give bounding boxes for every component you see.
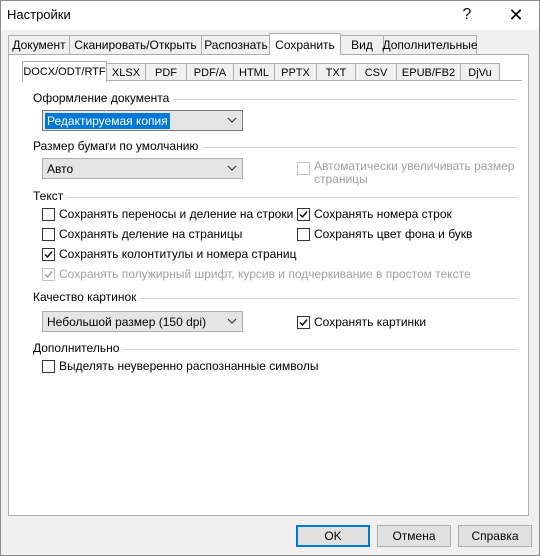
keep-bold-checkbox[interactable]: Сохранять полужирный шрифт, курсив и под… xyxy=(42,267,471,281)
keep-hyphens-label: Сохранять переносы и деление на строки xyxy=(59,207,294,221)
tab-scan-open[interactable]: Сканировать/Открыть xyxy=(69,35,202,54)
paper-size-label: Размер бумаги по умолчанию xyxy=(33,139,203,153)
picture-quality-select[interactable]: Небольшой размер (150 dpi) xyxy=(42,311,243,332)
doc-format-value: Редактируемая копия xyxy=(45,112,170,129)
additional-label: Дополнительно xyxy=(33,341,124,355)
tab-additional[interactable]: Дополнительные xyxy=(383,35,478,54)
checkbox-box xyxy=(297,162,310,175)
keep-page-breaks-label: Сохранять деление на страницы xyxy=(59,227,243,241)
checkbox-box xyxy=(42,359,55,373)
auto-increase-label-line1: Автоматически увеличивать размер xyxy=(314,159,515,173)
chevron-down-icon xyxy=(227,117,237,123)
subtab-djvu[interactable]: DjVu xyxy=(460,63,500,81)
help-button[interactable]: Справка xyxy=(458,525,532,547)
checkmark-icon xyxy=(44,270,53,278)
auto-increase-checkbox[interactable]: Автоматически увеличивать размер страниц… xyxy=(297,160,514,186)
tab-view[interactable]: Вид xyxy=(340,35,384,54)
paper-size-select[interactable]: Авто xyxy=(42,158,243,179)
keep-bold-label: Сохранять полужирный шрифт, курсив и под… xyxy=(59,267,471,281)
checkbox-box xyxy=(297,207,310,221)
highlight-uncertain-checkbox[interactable]: Выделять неуверенно распознанные символы xyxy=(42,359,318,373)
tab-document[interactable]: Документ xyxy=(8,35,70,54)
chevron-down-icon xyxy=(227,165,237,171)
subtab-docx[interactable]: DOCX/ODT/RTF xyxy=(22,61,107,82)
keep-headers-label: Сохранять колонтитулы и номера страниц xyxy=(59,247,297,261)
keep-bg-color-label: Сохранять цвет фона и букв xyxy=(314,227,473,241)
text-group-label: Текст xyxy=(33,189,68,203)
checkmark-icon xyxy=(44,250,53,258)
auto-increase-label-line2: страницы xyxy=(314,172,368,186)
cancel-button[interactable]: Отмена xyxy=(377,525,451,547)
window-title: Настройки xyxy=(7,7,71,22)
checkbox-box xyxy=(42,227,55,241)
help-icon[interactable]: ? xyxy=(453,3,481,27)
title-bar: Настройки ? ✕ xyxy=(1,1,539,30)
subtab-html[interactable]: HTML xyxy=(233,63,275,81)
subtab-pdf[interactable]: PDF xyxy=(145,63,187,81)
keep-headers-checkbox[interactable]: Сохранять колонтитулы и номера страниц xyxy=(42,247,297,261)
checkbox-box xyxy=(42,207,55,221)
subtab-txt[interactable]: TXT xyxy=(316,63,356,81)
divider xyxy=(33,197,517,198)
checkbox-box xyxy=(42,267,55,281)
tab-recognize[interactable]: Распознать xyxy=(201,35,271,54)
picture-quality-label: Качество картинок xyxy=(33,290,141,304)
doc-format-label: Оформление документа xyxy=(33,91,174,105)
keep-pictures-label: Сохранять картинки xyxy=(314,315,427,329)
doc-format-select[interactable]: Редактируемая копия xyxy=(42,110,243,131)
keep-bg-color-checkbox[interactable]: Сохранять цвет фона и букв xyxy=(297,227,472,241)
paper-size-value: Авто xyxy=(47,161,74,176)
keep-page-breaks-checkbox[interactable]: Сохранять деление на страницы xyxy=(42,227,242,241)
subtab-xlsx[interactable]: XLSX xyxy=(106,63,146,81)
subtab-pdfa[interactable]: PDF/A xyxy=(186,63,234,81)
subtab-csv[interactable]: CSV xyxy=(355,63,397,81)
keep-line-numbers-checkbox[interactable]: Сохранять номера строк xyxy=(297,207,452,221)
checkmark-icon xyxy=(299,210,308,218)
checkbox-box xyxy=(297,315,310,329)
keep-pictures-checkbox[interactable]: Сохранять картинки xyxy=(297,315,426,329)
ok-button[interactable]: OK xyxy=(296,525,370,547)
keep-hyphens-checkbox[interactable]: Сохранять переносы и деление на строки xyxy=(42,207,293,221)
close-icon[interactable]: ✕ xyxy=(502,3,530,27)
keep-line-numbers-label: Сохранять номера строк xyxy=(314,207,452,221)
subtab-epub[interactable]: EPUB/FB2 xyxy=(396,63,461,81)
checkbox-box xyxy=(42,247,55,261)
picture-quality-value: Небольшой размер (150 dpi) xyxy=(47,314,207,329)
checkmark-icon xyxy=(299,318,308,326)
tab-save[interactable]: Сохранить xyxy=(269,33,341,55)
highlight-uncertain-label: Выделять неуверенно распознанные символы xyxy=(59,359,319,373)
subtab-pptx[interactable]: PPTX xyxy=(274,63,317,81)
chevron-down-icon xyxy=(227,318,237,324)
checkbox-box xyxy=(297,227,310,241)
